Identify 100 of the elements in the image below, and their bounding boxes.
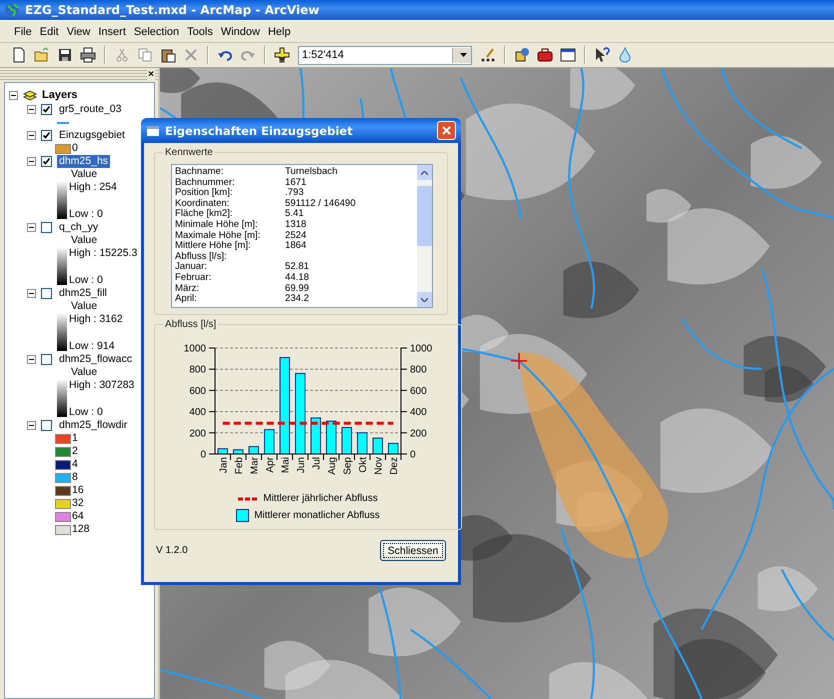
layer-name[interactable]: dhm25_hs <box>57 155 110 168</box>
legend-label: Low : 0 <box>69 274 104 287</box>
printer-icon <box>80 47 96 64</box>
dialog-title: Eigenschaften Einzugsgebiet <box>165 124 354 138</box>
legend-label: High : 254 <box>69 181 117 194</box>
menu-item[interactable]: Tools <box>183 24 217 40</box>
collapse-icon[interactable] <box>27 355 36 364</box>
menu-item[interactable]: Edit <box>36 24 63 40</box>
month-label: Feb <box>234 457 245 474</box>
scroll-up-icon[interactable] <box>417 165 432 180</box>
property-label: April: <box>175 294 198 305</box>
menu-item[interactable]: Window <box>216 24 264 40</box>
month-label: Jul <box>311 457 322 470</box>
water-drop-icon <box>617 47 633 64</box>
legend-label: 8 <box>72 471 78 484</box>
close-button[interactable] <box>437 121 456 140</box>
ramp-swatch <box>57 181 67 219</box>
legend-label: Mittlerer monatlicher Abfluss <box>254 510 380 521</box>
collapse-icon[interactable] <box>27 421 36 430</box>
property-value: 44.18 <box>285 272 310 284</box>
add-data-icon <box>274 47 290 64</box>
month-label: Mar <box>249 457 260 474</box>
bar <box>326 420 336 454</box>
open-folder-icon <box>34 47 50 64</box>
layer-name[interactable]: gr5_route_03 <box>57 103 124 116</box>
legend-label: 0 <box>72 142 78 155</box>
month-label: Jun <box>296 457 307 474</box>
legend-label: 16 <box>72 484 84 497</box>
layer-name[interactable]: Einzugsgebiet <box>57 129 127 142</box>
layer-name[interactable]: q_ch_yy <box>57 221 100 234</box>
scroll-down-icon[interactable] <box>417 292 432 307</box>
menu-item[interactable]: Selection <box>130 24 184 40</box>
field-label: Value <box>71 234 98 247</box>
month-label: Aug <box>326 457 338 475</box>
window-icon <box>146 124 160 136</box>
legend-label: Mittlerer jährlicher Abfluss <box>263 493 378 504</box>
globe-icon <box>4 2 20 18</box>
layer-checkbox[interactable] <box>41 288 52 299</box>
collapse-icon[interactable] <box>27 223 36 232</box>
close-icon[interactable]: × <box>147 70 155 80</box>
legend-label: 64 <box>72 510 84 523</box>
menu-item[interactable]: View <box>62 24 94 40</box>
help-pointer-icon <box>594 47 610 64</box>
collapse-icon[interactable] <box>27 105 36 114</box>
window-title: EZG_Standard_Test.mxd - ArcMap - ArcView <box>25 3 320 18</box>
menu-item[interactable]: File <box>10 24 36 40</box>
ramp-swatch <box>57 247 67 285</box>
close-dialog-button[interactable]: Schliessen <box>380 540 446 561</box>
bar <box>264 429 274 454</box>
month-label: Dez <box>388 457 400 475</box>
legend-label: 2 <box>72 445 78 458</box>
close-icon <box>442 126 451 135</box>
layer-checkbox[interactable] <box>41 130 52 141</box>
axis-tick-label: 600 <box>410 386 427 397</box>
layer-checkbox[interactable] <box>41 354 52 365</box>
layer-checkbox[interactable] <box>41 222 52 233</box>
save-icon <box>57 47 73 64</box>
axis-tick-label: 1000 <box>184 344 206 354</box>
layer-checkbox[interactable] <box>41 104 52 115</box>
property-label: Abfluss [l/s]: <box>175 252 228 262</box>
legend-swatch <box>236 509 250 522</box>
layer-name[interactable]: dhm25_fill <box>57 287 109 300</box>
group-title: Abfluss [l/s] <box>164 319 218 330</box>
property-label: Bachname: <box>175 167 225 178</box>
layer-name[interactable]: dhm25_flowdir <box>57 419 130 432</box>
axis-tick-label: 800 <box>410 364 427 376</box>
property-label: Mittlere Höhe [m]: <box>175 241 252 252</box>
property-value: 234.2 <box>285 294 310 305</box>
menu-item[interactable]: Help <box>264 24 295 40</box>
property-value: 1864 <box>285 241 308 252</box>
bar <box>372 438 383 454</box>
layer-checkbox[interactable] <box>41 420 52 431</box>
version-label: V 1.2.0 <box>156 545 188 556</box>
property-label: Koordinaten: <box>175 198 230 209</box>
collapse-icon[interactable] <box>27 289 36 298</box>
bar <box>342 427 352 454</box>
scale-combo[interactable]: 1:52'414 <box>298 46 472 65</box>
property-value: 52.81 <box>285 262 310 273</box>
property-value: Turnelsbach <box>285 167 338 178</box>
layer-name[interactable]: dhm25_flowacc <box>57 353 134 366</box>
axis-tick-label: 600 <box>189 386 206 397</box>
layer-checkbox[interactable] <box>41 156 52 167</box>
dashed-line-icon <box>238 496 258 500</box>
axis-tick-label: 400 <box>410 407 427 418</box>
bar <box>233 449 244 454</box>
scroll-thumb[interactable] <box>417 186 432 246</box>
legend-label: 4 <box>72 458 78 471</box>
month-label: Okt <box>358 457 369 473</box>
toolbox-icon <box>537 47 553 64</box>
axis-tick-label: 0 <box>200 450 206 460</box>
collapse-icon[interactable] <box>27 131 36 140</box>
new-document-icon <box>11 47 27 64</box>
collapse-icon[interactable] <box>9 90 18 100</box>
scrollbar[interactable] <box>417 165 432 307</box>
month-label: Apr <box>264 457 276 473</box>
legend-label: Low : 914 <box>69 340 116 353</box>
menu-item[interactable]: Insert <box>94 24 130 40</box>
property-label: Bachnummer: <box>175 178 236 188</box>
collapse-icon[interactable] <box>27 157 36 166</box>
month-label: Nov <box>373 457 384 475</box>
